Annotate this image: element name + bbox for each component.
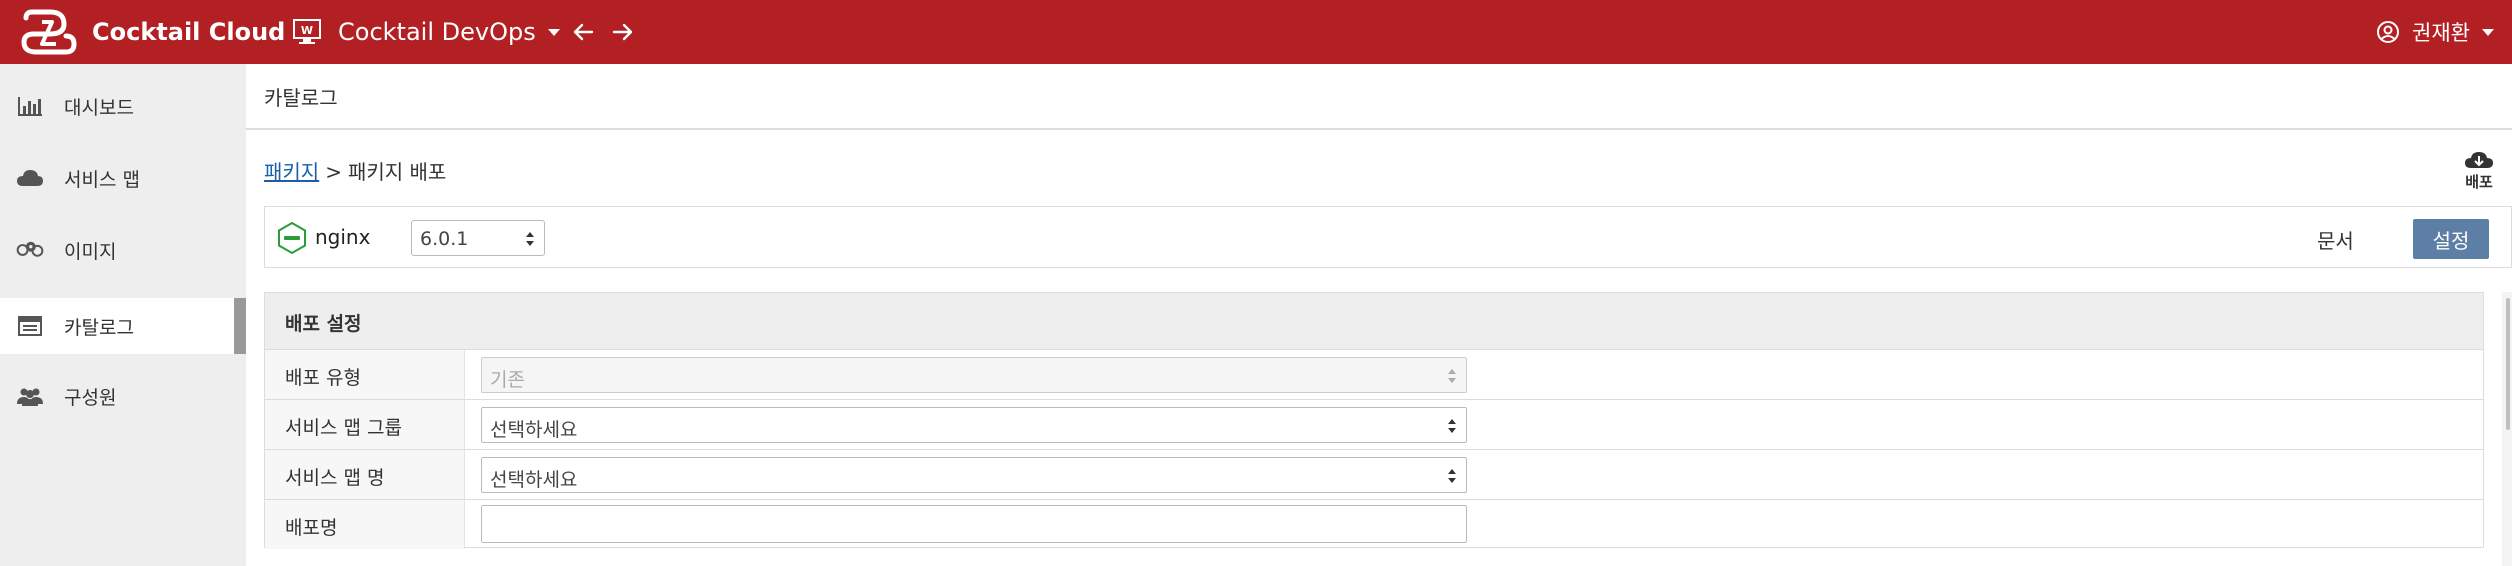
form-label-cell: 배포 유형: [265, 350, 465, 399]
bar-chart-icon: [18, 97, 42, 116]
select-arrows-icon: [1448, 419, 1456, 433]
list-icon: [18, 316, 42, 336]
cloud-download-icon: [2465, 152, 2493, 168]
cloud-icon: [17, 170, 43, 186]
form-row-deploy-type: 배포 유형 기존: [265, 349, 2483, 399]
arrow-right-icon[interactable]: [608, 17, 638, 47]
scrollbar-thumb[interactable]: [2506, 298, 2510, 430]
chevron-down-icon: [2482, 28, 2494, 36]
cocktail-logo-icon: [21, 9, 77, 55]
select-arrows-icon: [1448, 469, 1456, 483]
sidebar-item-images[interactable]: 이미지: [0, 222, 246, 278]
package-name: nginx: [315, 225, 371, 249]
sidebar-item-service-map[interactable]: 서비스 맵: [0, 150, 246, 206]
nginx-logo-icon: [278, 221, 306, 255]
form-row-service-map-group: 서비스 맵 그룹 선택하세요: [265, 399, 2483, 449]
form-label: 배포 유형: [285, 367, 361, 389]
deploy-type-select[interactable]: 기존: [481, 357, 1467, 393]
service-map-group-select[interactable]: 선택하세요: [481, 407, 1467, 443]
form-row-deploy-name: 배포명: [265, 499, 2483, 549]
service-map-name-select[interactable]: 선택하세요: [481, 457, 1467, 493]
arrow-left-icon[interactable]: [568, 17, 598, 47]
workspace-icon: W: [293, 19, 321, 44]
user-name: 권재환: [2412, 21, 2470, 45]
workspace-selector[interactable]: W Cocktail DevOps: [292, 12, 560, 52]
breadcrumb-separator: >: [325, 160, 342, 184]
form-label-cell: 배포명: [265, 500, 465, 549]
panel-header: 배포 설정: [265, 293, 2483, 349]
user-icon: [2377, 21, 2400, 43]
brand-name: Cocktail Cloud: [92, 18, 286, 46]
sidebar: 대시보드 서비스 맵 이미지 카탈로그 구성원: [0, 64, 246, 566]
svg-text:W: W: [301, 24, 313, 37]
breadcrumb: 패키지 > 패키지 배포: [264, 156, 446, 185]
page-title: 카탈로그: [264, 86, 338, 110]
breadcrumb-current: 패키지 배포: [347, 160, 447, 184]
form-label: 서비스 맵 명: [285, 467, 385, 489]
select-value: 선택하세요: [490, 419, 578, 441]
workspace-name: Cocktail DevOps: [338, 18, 536, 46]
sidebar-item-label: 서비스 맵: [64, 168, 140, 191]
sidebar-item-members[interactable]: 구성원: [0, 368, 246, 424]
select-value: 선택하세요: [490, 469, 578, 491]
chevron-down-icon: [547, 28, 560, 36]
sidebar-item-catalog[interactable]: 카탈로그: [0, 298, 246, 354]
panel-title: 배포 설정: [285, 313, 362, 335]
form-row-service-map-name: 서비스 맵 명 선택하세요: [265, 449, 2483, 499]
form-label: 배포명: [285, 517, 338, 539]
select-arrows-icon: [1448, 369, 1456, 383]
sidebar-item-dashboard[interactable]: 대시보드: [0, 78, 246, 134]
package-toolbar: nginx 6.0.1 문서 설정: [264, 206, 2512, 268]
sidebar-item-label: 구성원: [64, 386, 117, 409]
deploy-button[interactable]: 배포: [2456, 150, 2502, 192]
select-arrows-icon: [526, 232, 534, 246]
content-header: 카탈로그: [246, 64, 2512, 130]
top-navigation-bar: Cocktail Cloud W Cocktail DevOps 권재환: [0, 0, 2512, 64]
deploy-name-input[interactable]: [481, 505, 1467, 543]
deploy-settings-panel: 배포 설정 배포 유형 기존 서비스 맵 그룹 선택하세요 서비스 맵 명 선택…: [264, 292, 2484, 549]
user-menu[interactable]: 권재환: [2376, 12, 2494, 52]
breadcrumb-link-packages[interactable]: 패키지: [264, 160, 319, 184]
sidebar-item-label: 이미지: [64, 240, 117, 263]
brand[interactable]: Cocktail Cloud: [20, 8, 285, 56]
sidebar-item-label: 카탈로그: [64, 316, 134, 339]
docs-link[interactable]: 문서: [2317, 225, 2354, 254]
form-label-cell: 서비스 맵 그룹: [265, 400, 465, 449]
version-value: 6.0.1: [420, 228, 469, 250]
users-icon: [17, 388, 43, 406]
select-value: 기존: [490, 369, 525, 391]
sidebar-item-label: 대시보드: [64, 96, 134, 119]
version-select[interactable]: 6.0.1: [411, 220, 545, 256]
settings-button[interactable]: 설정: [2413, 219, 2489, 259]
cubes-icon: [16, 241, 44, 257]
form-label-cell: 서비스 맵 명: [265, 450, 465, 499]
form-label: 서비스 맵 그룹: [285, 417, 402, 439]
deploy-label: 배포: [2465, 173, 2493, 191]
